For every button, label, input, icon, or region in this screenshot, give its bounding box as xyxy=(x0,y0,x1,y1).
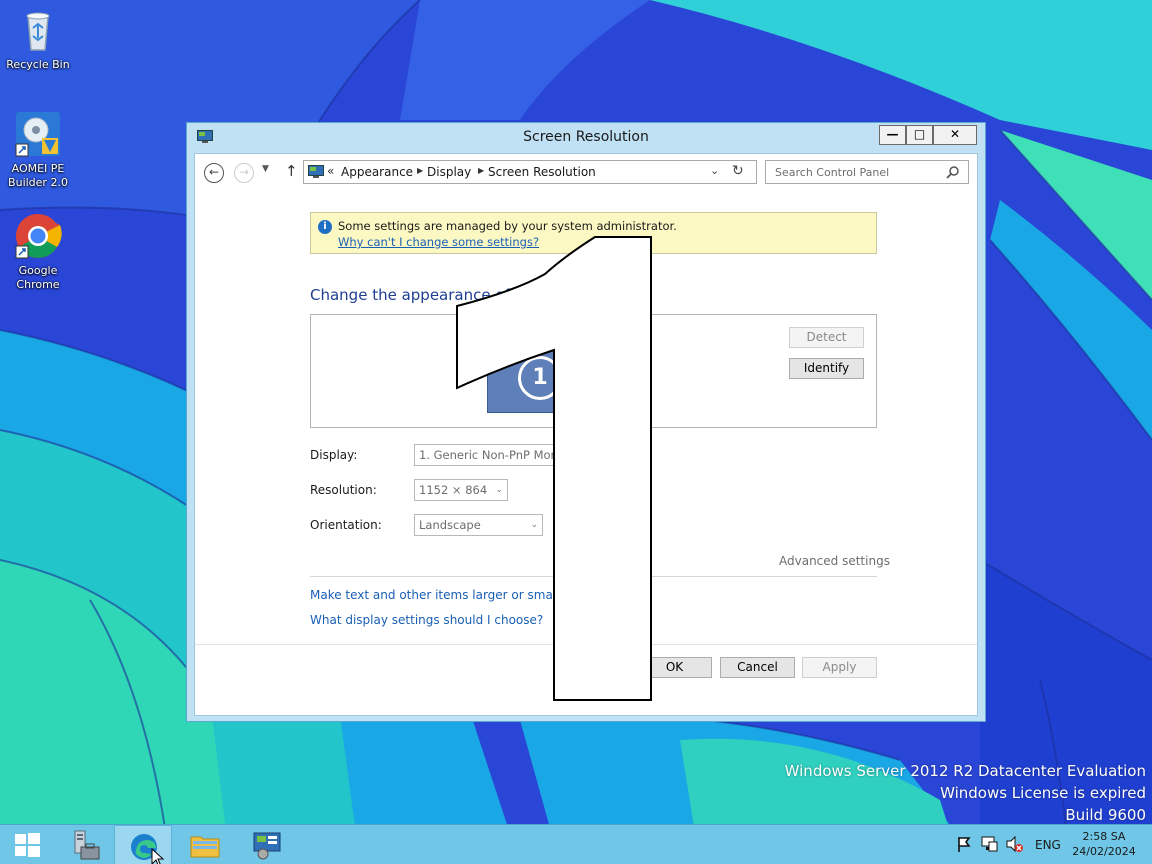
display-label: Display: xyxy=(310,448,358,462)
watermark-build: Build 9600 xyxy=(1065,806,1146,824)
window-title: Screen Resolution xyxy=(523,129,649,145)
orientation-label: Orientation: xyxy=(310,518,382,532)
control-panel-icon xyxy=(308,165,324,178)
address-history-dropdown-icon[interactable]: ⌄ xyxy=(710,164,719,177)
taskbar-control-panel[interactable] xyxy=(238,825,296,864)
breadcrumb-separator-icon[interactable]: ▶ xyxy=(478,166,484,175)
server-manager-icon xyxy=(74,830,100,860)
taskbar: ENG 2:58 SA 24/02/2024 xyxy=(0,824,1152,864)
address-overflow-chevron[interactable]: « xyxy=(327,164,334,178)
taskbar-server-manager[interactable] xyxy=(56,825,114,864)
maximize-button[interactable]: □ xyxy=(906,125,933,145)
desktop-icon-aomei[interactable]: AOMEI PE Builder 2.0 xyxy=(0,110,76,190)
network-icon[interactable] xyxy=(980,835,998,853)
breadcrumb-display[interactable]: Display xyxy=(427,165,471,179)
identify-number-overlay xyxy=(456,236,652,701)
taskbar-file-explorer[interactable] xyxy=(176,825,234,864)
clock-time: 2:58 SA xyxy=(1082,830,1126,843)
search-box[interactable] xyxy=(765,160,969,184)
language-indicator[interactable]: ENG xyxy=(1035,838,1061,852)
action-center-flag-icon[interactable] xyxy=(956,835,972,853)
start-button[interactable] xyxy=(0,825,58,864)
volume-muted-icon[interactable] xyxy=(1005,835,1023,853)
info-message: Some settings are managed by your system… xyxy=(338,219,677,233)
breadcrumb-appearance[interactable]: Appearance xyxy=(341,165,413,179)
breadcrumb-screen-resolution[interactable]: Screen Resolution xyxy=(488,165,596,179)
desktop-icon-label: Recycle Bin xyxy=(6,58,70,71)
folder-icon xyxy=(190,836,220,858)
advanced-settings-link[interactable]: Advanced settings xyxy=(779,554,890,568)
cancel-button[interactable]: Cancel xyxy=(720,657,795,678)
watermark-edition: Windows Server 2012 R2 Datacenter Evalua… xyxy=(784,762,1146,780)
resolution-label: Resolution: xyxy=(310,483,377,497)
desktop-icon-chrome[interactable]: Google Chrome xyxy=(0,212,76,292)
breadcrumb-separator-icon[interactable]: ▶ xyxy=(417,166,423,175)
recycle-bin-icon xyxy=(14,6,62,54)
watermark-license: Windows License is expired xyxy=(940,784,1146,802)
close-button[interactable]: ✕ xyxy=(933,125,977,145)
mouse-cursor-icon xyxy=(151,848,165,864)
desktop-icon-label: Google Chrome xyxy=(16,264,60,291)
aomei-pe-builder-icon xyxy=(14,110,62,158)
taskbar-clock[interactable]: 2:58 SA 24/02/2024 xyxy=(1066,829,1142,859)
windows-watermark: Windows Server 2012 R2 Datacenter Evalua… xyxy=(785,760,1146,826)
desktop-icon-recycle-bin[interactable]: Recycle Bin xyxy=(0,6,76,72)
address-bar[interactable]: « Appearance ▶ Display ▶ Screen Resoluti… xyxy=(303,160,757,184)
refresh-icon[interactable]: ↻ xyxy=(732,163,744,179)
windows-logo-icon xyxy=(15,833,40,857)
info-icon: i xyxy=(318,220,332,234)
back-button[interactable]: ← xyxy=(204,163,224,183)
recent-locations-dropdown-icon[interactable]: ▼ xyxy=(262,164,269,174)
detect-button[interactable]: Detect xyxy=(789,327,864,348)
search-input[interactable] xyxy=(767,162,939,182)
minimize-button[interactable]: — xyxy=(879,125,906,145)
clock-date: 24/02/2024 xyxy=(1072,845,1136,858)
title-bar[interactable]: Screen Resolution — □ ✕ xyxy=(187,123,985,153)
forward-button[interactable]: → xyxy=(234,163,254,183)
chrome-icon xyxy=(14,212,62,260)
identify-button[interactable]: Identify xyxy=(789,358,864,379)
taskbar-edge[interactable] xyxy=(114,825,172,864)
up-arrow-icon[interactable]: ↑ xyxy=(285,162,298,180)
apply-button[interactable]: Apply xyxy=(802,657,877,678)
desktop-icon-label: AOMEI PE Builder 2.0 xyxy=(8,162,68,189)
control-panel-icon xyxy=(253,832,281,860)
search-icon[interactable] xyxy=(946,165,960,179)
